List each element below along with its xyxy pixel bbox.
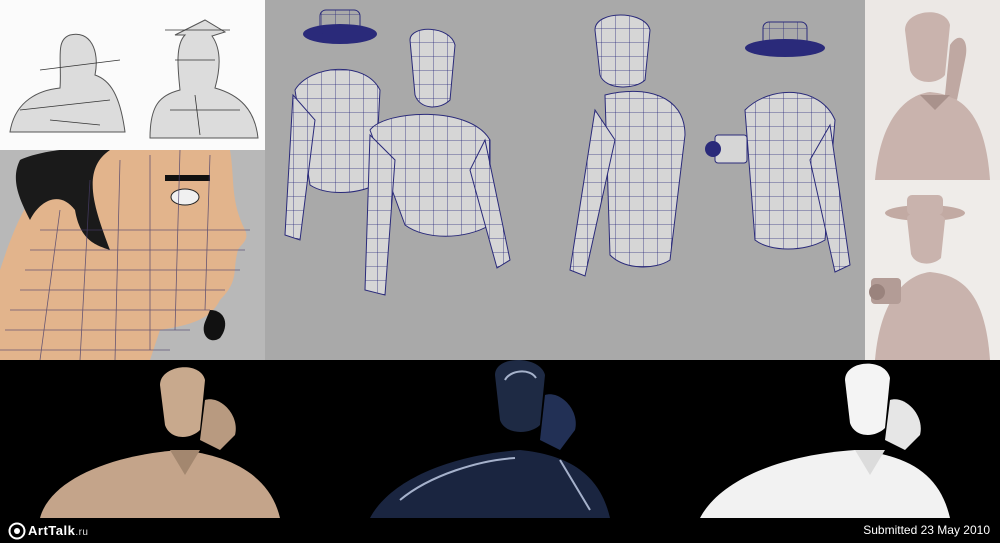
- logo-name: ArtTalk: [28, 523, 76, 538]
- chrome-render-panel: [300, 360, 670, 518]
- logo-tld: .ru: [75, 527, 89, 538]
- footer-bar: ArtTalk.ru Submitted 23 May 2010: [0, 518, 1000, 543]
- white-render-image: [670, 360, 1000, 518]
- logo-text: ArtTalk.ru: [28, 523, 89, 538]
- wireframe-panel: [265, 0, 865, 360]
- arttalk-logo[interactable]: ArtTalk.ru: [8, 520, 89, 541]
- sketch-image: [0, 0, 265, 150]
- head-texture-image: [0, 150, 265, 360]
- clay-render-top-panel: [865, 0, 1000, 180]
- clay-render-bottom-image: [865, 180, 1000, 360]
- beige-render-image: [0, 360, 300, 518]
- head-closeup-panel: [0, 150, 265, 360]
- beige-render-panel: [0, 360, 300, 518]
- clay-render-bottom-panel: [865, 180, 1000, 360]
- wireframe-image: [265, 0, 865, 360]
- arttalk-logo-icon: [8, 522, 26, 539]
- chrome-render-image: [300, 360, 670, 518]
- clay-render-top-image: [865, 0, 1000, 180]
- submitted-date: Submitted 23 May 2010: [863, 523, 990, 537]
- white-render-panel: [670, 360, 1000, 518]
- concept-sketch-panel: [0, 0, 265, 150]
